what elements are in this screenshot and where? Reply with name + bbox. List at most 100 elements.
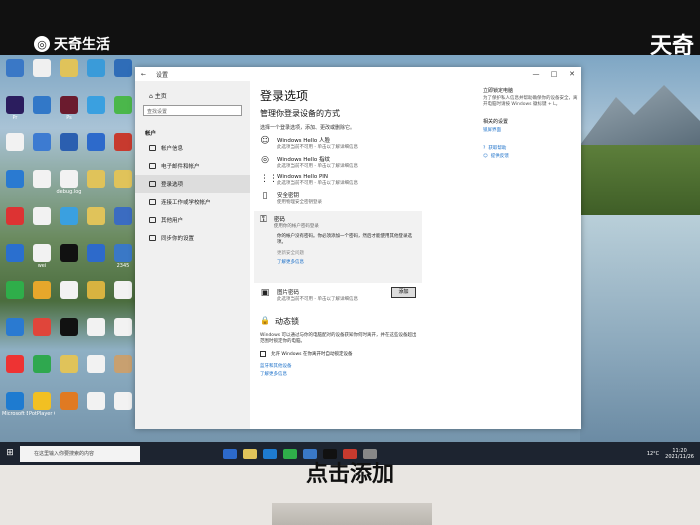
desktop-icon[interactable]: [110, 207, 136, 243]
taskbar-search-input[interactable]: 在这里输入你要搜索的内容: [20, 445, 140, 462]
desktop-icon[interactable]: [83, 133, 109, 169]
folder-icon[interactable]: [243, 448, 257, 459]
desktop-icon-label: Pr: [12, 115, 18, 121]
desktop-icon[interactable]: wei: [29, 244, 55, 280]
desktop-icon[interactable]: [29, 281, 55, 317]
desktop-icon[interactable]: [83, 59, 109, 95]
sidebar-item-other-users[interactable]: 其他用户: [135, 211, 250, 229]
desktop-icon[interactable]: [56, 355, 82, 391]
checkbox-box[interactable]: [260, 351, 266, 357]
desktop-icon[interactable]: [56, 59, 82, 95]
desktop-icon[interactable]: [83, 355, 109, 391]
feedback-link[interactable]: ☺ 提供反馈: [483, 151, 578, 160]
desktop-icon[interactable]: [110, 281, 136, 317]
settings-gear-icon[interactable]: [363, 448, 377, 459]
learn-more-link-2[interactable]: 了解更多信息: [250, 369, 470, 377]
desktop-icon[interactable]: [29, 318, 55, 354]
desktop-icon[interactable]: [56, 318, 82, 354]
learn-more-link[interactable]: 了解更多信息: [260, 256, 416, 265]
app-icon: [60, 170, 78, 188]
app-icon: [60, 318, 78, 336]
lock-screen-link[interactable]: 锁屏界面: [483, 125, 578, 133]
sidebar-item-sync[interactable]: 同步你的设置: [135, 229, 250, 247]
desktop-icon[interactable]: [83, 244, 109, 280]
desktop-icon[interactable]: [56, 207, 82, 243]
desktop-icon[interactable]: Pr: [2, 96, 28, 132]
minimize-icon[interactable]: —: [527, 70, 545, 78]
desktop-icon[interactable]: [56, 281, 82, 317]
app-icon: [60, 133, 78, 151]
desktop-icon[interactable]: [29, 170, 55, 206]
sidebar-item-email[interactable]: 电子邮件和帐户: [135, 157, 250, 175]
taskbar-app-icon[interactable]: [223, 448, 237, 459]
option-sub: 此选项当前不可用 - 单击以了解详细信息: [277, 145, 358, 150]
desktop-icon[interactable]: [110, 96, 136, 132]
maximize-icon[interactable]: □: [545, 70, 563, 78]
desktop-icon[interactable]: [110, 355, 136, 391]
desktop-icon[interactable]: [56, 244, 82, 280]
weather-temp[interactable]: 12°C: [647, 451, 659, 457]
picture-icon: ▣: [260, 288, 270, 298]
back-arrow-icon[interactable]: ←: [141, 71, 146, 78]
desktop-icon[interactable]: [83, 281, 109, 317]
option-security-key[interactable]: ▯ 安全密钥 使用物理安全密钥登录: [250, 186, 470, 205]
sidebar-item-sign-in-options[interactable]: 登录选项: [135, 175, 250, 193]
desktop-icon[interactable]: [110, 392, 136, 428]
desktop-icon[interactable]: PotPlayer 64 bit: [29, 392, 55, 428]
option-fingerprint[interactable]: ◎ Windows Hello 指纹 此选项当前不可用 - 单击以了解详细信息: [250, 150, 470, 169]
edge-icon[interactable]: [263, 448, 277, 459]
desktop-icon[interactable]: [56, 133, 82, 169]
add-password-button[interactable]: 添加: [391, 287, 416, 298]
desktop-icon[interactable]: [29, 96, 55, 132]
desktop-icon[interactable]: [2, 318, 28, 354]
sidebar-item-work-school[interactable]: 连接工作或学校帐户: [135, 193, 250, 211]
page-description: 选择一个登录选项，添加、更改或删除它。: [260, 125, 356, 131]
desktop-icon[interactable]: [29, 355, 55, 391]
desktop-icon[interactable]: [2, 244, 28, 280]
desktop-icon[interactable]: [2, 207, 28, 243]
desktop-icon[interactable]: [83, 207, 109, 243]
option-name: Windows Hello 指纹: [277, 157, 330, 163]
desktop-icon[interactable]: [2, 59, 28, 95]
desktop-icon[interactable]: [2, 281, 28, 317]
taskbar-app-icon[interactable]: [283, 448, 297, 459]
desktop-icon[interactable]: [29, 59, 55, 95]
desktop-icon[interactable]: [2, 133, 28, 169]
desktop-icon[interactable]: Ps: [56, 96, 82, 132]
bluetooth-link[interactable]: 蓝牙和其他设备: [250, 357, 470, 369]
option-pin[interactable]: ⋮⋮ Windows Hello PIN 此选项当前不可用 - 单击以了解详细信息: [250, 169, 470, 186]
desktop-icon[interactable]: [110, 133, 136, 169]
desktop-icon[interactable]: [29, 207, 55, 243]
desktop-icon[interactable]: [83, 318, 109, 354]
sidebar-home[interactable]: ⌂ 主页: [135, 81, 250, 100]
taskbar-app-icon[interactable]: [323, 448, 337, 459]
desktop-icon[interactable]: [2, 355, 28, 391]
dynamic-lock-checkbox[interactable]: 允许 Windows 在你离开时自动锁定设备: [250, 345, 470, 357]
desktop-icon[interactable]: [110, 170, 136, 206]
option-face[interactable]: ☺ Windows Hello 人脸 此选项当前不可用 - 单击以了解详细信息: [250, 131, 470, 150]
desktop-icon[interactable]: [83, 392, 109, 428]
option-sub: 此选项当前不可用 - 单击以了解详细信息: [277, 181, 358, 186]
desktop-icon[interactable]: Microsoft Edge: [2, 392, 28, 428]
taskbar-app-icon[interactable]: [343, 448, 357, 459]
windows-start-icon[interactable]: ⊞: [0, 442, 20, 465]
desktop-icon[interactable]: [29, 133, 55, 169]
app-icon: [33, 59, 51, 77]
desktop-icon[interactable]: [110, 318, 136, 354]
desktop-icon[interactable]: [83, 96, 109, 132]
taskbar-app-icon[interactable]: [303, 448, 317, 459]
settings-search-input[interactable]: 查找设置: [143, 105, 242, 116]
option-picture-password[interactable]: ▣ 图片密码 此选项当前不可用 - 单击以了解详细信息: [250, 283, 470, 302]
desktop-icon[interactable]: 2345: [110, 244, 136, 280]
close-icon[interactable]: ✕: [563, 70, 581, 78]
desktop-icon[interactable]: [56, 392, 82, 428]
desktop-icon[interactable]: debug.log: [56, 170, 82, 206]
app-icon: [87, 355, 105, 373]
desktop-icon[interactable]: [83, 170, 109, 206]
desktop-icon[interactable]: [110, 59, 136, 95]
clock[interactable]: 11:20 2021/11/26: [665, 448, 694, 460]
desktop-icon[interactable]: [2, 170, 28, 206]
desktop-icon-label: Microsoft Edge: [2, 411, 28, 417]
sidebar-item-account-info[interactable]: 帐户信息: [135, 139, 250, 157]
get-help-link[interactable]: ? 获取帮助: [483, 133, 578, 152]
